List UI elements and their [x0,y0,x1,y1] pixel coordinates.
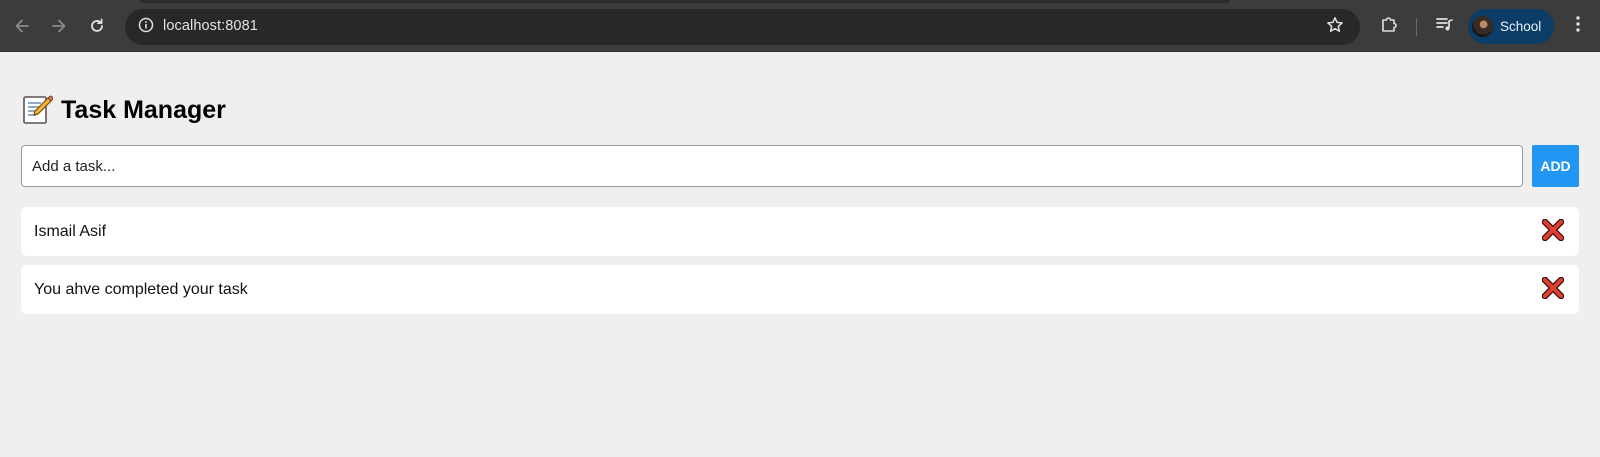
browser-menu-button[interactable] [1563,11,1593,41]
memo-icon [21,94,54,126]
cross-mark-icon [1541,276,1565,302]
list-item: Ismail Asif [21,207,1579,256]
add-button[interactable]: ADD [1532,145,1579,187]
tab-strip-edge [140,0,1230,3]
star-icon [1326,16,1344,39]
bookmark-button[interactable] [1320,12,1350,42]
delete-task-button[interactable] [1540,276,1566,303]
toolbar-separator [1416,18,1417,36]
task-text: You ahve completed your task [34,280,248,298]
task-list: Ismail Asif You ahve completed your task [21,207,1579,323]
cross-mark-icon [1541,218,1565,244]
task-input[interactable] [21,145,1523,187]
forward-button[interactable] [43,10,75,42]
url-text[interactable]: localhost:8081 [163,18,258,34]
reload-icon [88,17,106,35]
page-title: Task Manager [61,95,226,124]
add-task-form: ADD [21,145,1579,187]
kebab-menu-icon [1575,15,1581,38]
profile-button[interactable]: School [1468,9,1554,44]
profile-label: School [1500,19,1542,34]
avatar [1472,16,1493,37]
forward-arrow-icon [50,17,68,35]
site-info-button[interactable] [131,12,161,42]
task-text: Ismail Asif [34,222,107,240]
back-button[interactable] [6,10,38,42]
puzzle-icon [1379,14,1399,39]
info-icon [138,17,154,38]
list-item: You ahve completed your task [21,265,1579,314]
back-arrow-icon [13,17,31,35]
reload-button[interactable] [81,10,113,42]
queue-music-icon [1434,14,1454,39]
address-bar[interactable]: localhost:8081 [125,9,1360,45]
extensions-button[interactable] [1374,11,1404,41]
delete-task-button[interactable] [1540,218,1566,245]
page-header: Task Manager [21,94,226,126]
media-controls-button[interactable] [1429,11,1459,41]
browser-toolbar: localhost:8081 School [0,0,1600,52]
